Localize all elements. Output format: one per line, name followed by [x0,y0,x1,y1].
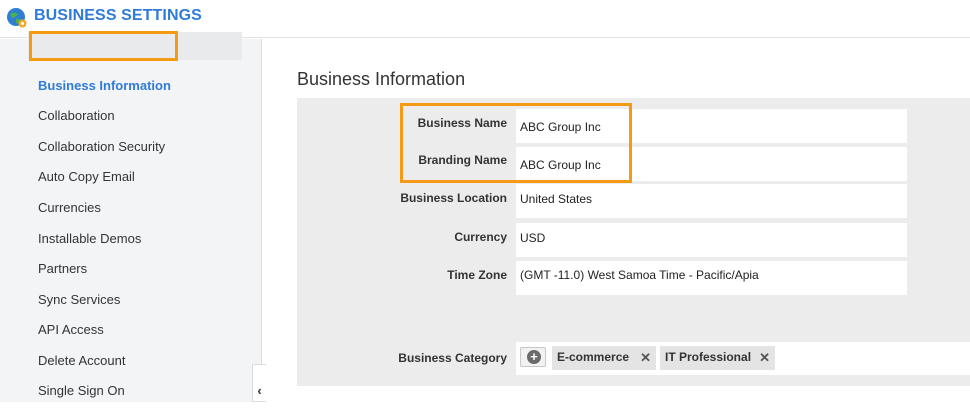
add-category-button[interactable]: + [520,347,546,367]
sidebar-item-currencies[interactable]: Currencies [38,200,101,215]
sidebar-item-auto-copy-email[interactable]: Auto Copy Email [38,169,135,184]
business-location-field[interactable]: United States [516,184,907,218]
close-icon[interactable]: ✕ [640,350,651,366]
highlight-box-fields [400,103,632,183]
category-tag-it-professional: IT Professional ✕ [660,346,775,370]
category-tag-ecommerce: E-commerce ✕ [552,346,656,370]
sidebar-item-collaboration[interactable]: Collaboration [38,108,115,123]
sidebar-item-partners[interactable]: Partners [38,261,87,276]
tag-label: E-commerce [557,350,630,364]
tag-label: IT Professional [665,350,752,364]
business-location-label: Business Location [400,191,507,205]
sidebar-item-collaboration-security[interactable]: Collaboration Security [38,139,165,154]
app-title: BUSINESS SETTINGS [34,7,202,24]
business-category-label: Business Category [398,351,507,365]
sidebar-collapse-button[interactable]: ‹ [252,364,266,402]
currency-label: Currency [454,230,507,244]
sidebar-item-api-access[interactable]: API Access [38,322,104,337]
currency-field[interactable]: USD [516,223,907,257]
sidebar [0,39,262,402]
sidebar-item-delete-account[interactable]: Delete Account [38,353,125,368]
highlight-box-sidebar [29,31,178,61]
page-title: Business Information [297,69,466,89]
sidebar-item-sync-services[interactable]: Sync Services [38,292,120,307]
plus-icon: + [527,350,541,364]
time-zone-label: Time Zone [447,268,507,282]
globe-gear-icon [7,8,27,28]
chevron-left-icon: ‹ [257,383,262,398]
close-icon[interactable]: ✕ [759,350,770,366]
sidebar-item-installable-demos[interactable]: Installable Demos [38,231,141,246]
sidebar-item-business-information[interactable]: Business Information [38,78,171,93]
sidebar-item-single-sign-on[interactable]: Single Sign On [38,383,125,398]
time-zone-field[interactable]: (GMT -11.0) West Samoa Time - Pacific/Ap… [516,261,907,295]
